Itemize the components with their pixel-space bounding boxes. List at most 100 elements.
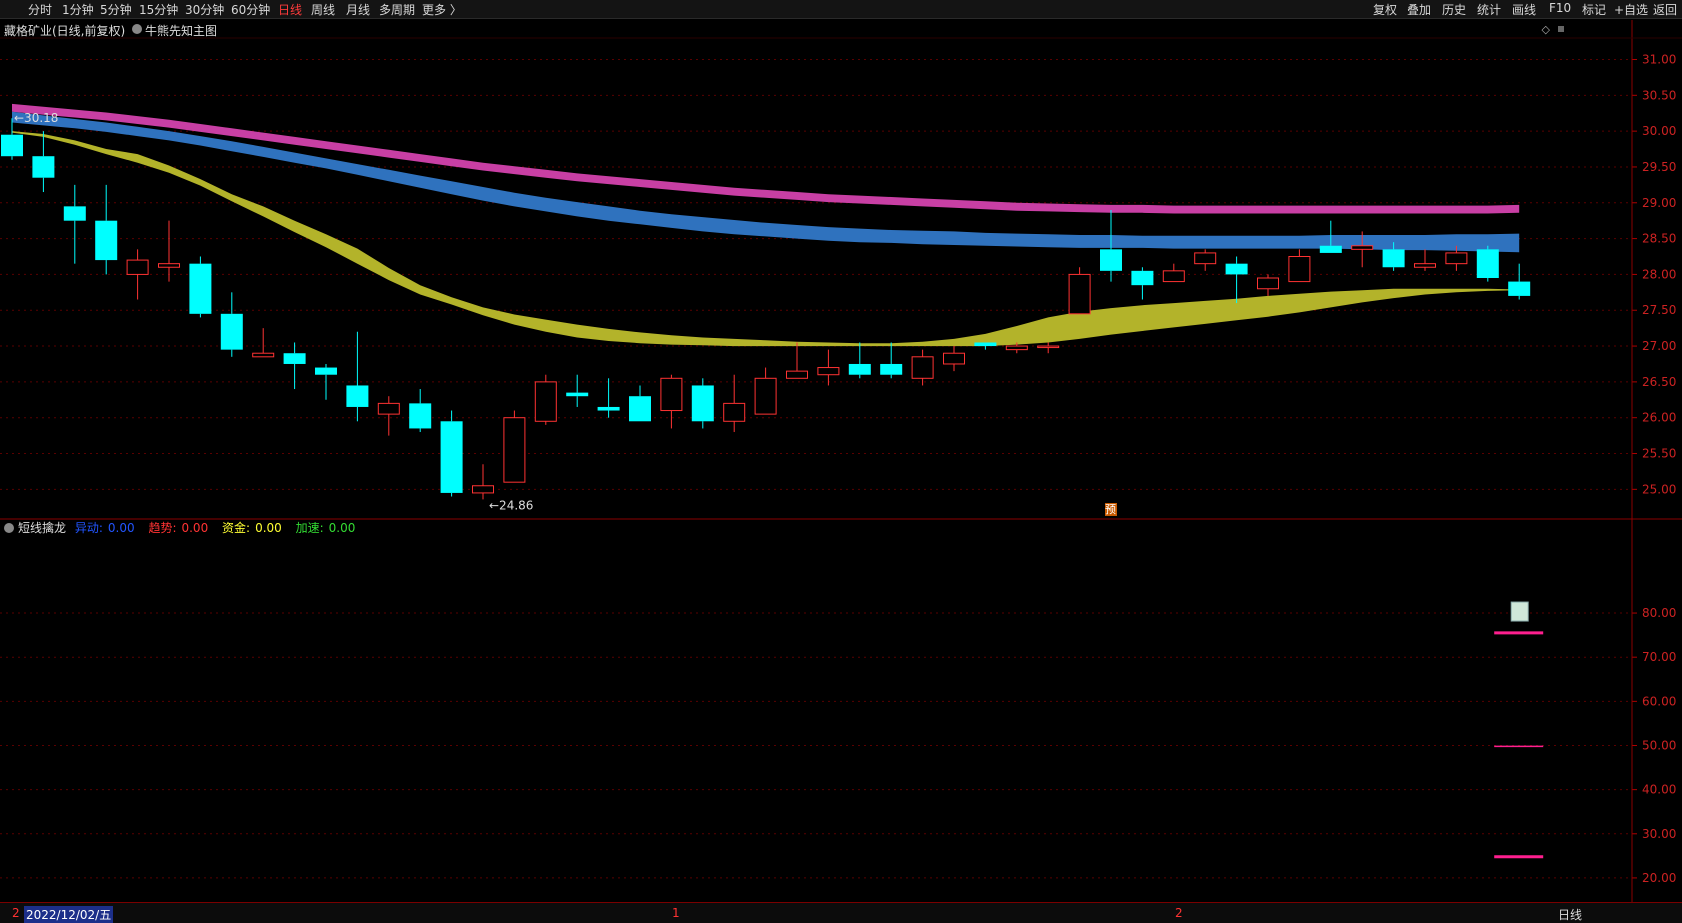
candle bbox=[974, 342, 997, 350]
candle-body bbox=[95, 220, 118, 261]
candle-body bbox=[754, 377, 777, 415]
candle bbox=[817, 349, 840, 386]
candle-body bbox=[1508, 281, 1531, 296]
candle bbox=[1068, 267, 1091, 315]
low-price-label: ←24.86 bbox=[489, 498, 533, 512]
y-tick-label: 27.50 bbox=[1642, 303, 1676, 317]
y-tick-label: 25.00 bbox=[1642, 482, 1676, 496]
candle-body bbox=[534, 381, 557, 422]
field-qushi: 趋势: 0.00 bbox=[148, 521, 209, 535]
candle-body bbox=[1257, 277, 1279, 290]
candle bbox=[377, 396, 400, 436]
y-tick-label: 60.00 bbox=[1642, 694, 1676, 708]
candle-body bbox=[1225, 263, 1248, 275]
candle-body bbox=[1414, 263, 1436, 268]
field-zijin: 资金: 0.00 bbox=[222, 521, 282, 535]
candle-body bbox=[1131, 270, 1154, 286]
candle bbox=[503, 410, 526, 483]
y-tick-label: 29.00 bbox=[1642, 196, 1676, 210]
moving-average-bands bbox=[12, 103, 1520, 347]
y-tick-label: 28.50 bbox=[1642, 232, 1676, 246]
candle bbox=[1508, 263, 1531, 300]
candle-body bbox=[1476, 249, 1499, 278]
candle-body bbox=[660, 377, 683, 412]
candle-body bbox=[1037, 345, 1060, 349]
y-tick-label: 20.00 bbox=[1642, 871, 1676, 885]
candle-body bbox=[158, 263, 180, 268]
candle bbox=[1194, 249, 1217, 271]
bottom-period-tab[interactable]: 日线 bbox=[1558, 906, 1582, 923]
candle bbox=[220, 292, 243, 357]
candle bbox=[1257, 274, 1279, 296]
sub-indicator-name[interactable]: 短线擒龙 bbox=[18, 521, 66, 535]
sub-indicator-panel bbox=[1494, 601, 1544, 859]
sub-indicator-title: 短线擒龙 异动: 0.00 趋势: 0.00 资金: 0.00 加速: 0.00 bbox=[4, 519, 365, 535]
forecast-flag-label: 预 bbox=[1105, 503, 1116, 516]
candle-body bbox=[1288, 256, 1311, 283]
y-tick-label: 40.00 bbox=[1642, 783, 1676, 797]
candle bbox=[848, 342, 871, 379]
axis-mark-2: 2 bbox=[1175, 906, 1183, 920]
candle-body bbox=[911, 356, 934, 379]
y-tick-label: 50.00 bbox=[1642, 738, 1676, 752]
candle bbox=[189, 256, 212, 318]
candle bbox=[252, 328, 275, 358]
candle-body bbox=[880, 363, 903, 375]
candle-body bbox=[283, 353, 306, 364]
candle bbox=[472, 464, 494, 500]
candle-body bbox=[1445, 252, 1468, 265]
candle bbox=[409, 389, 432, 433]
sub-visibility-icon[interactable] bbox=[4, 523, 14, 533]
candle bbox=[660, 374, 683, 429]
candle bbox=[566, 374, 589, 407]
candle-body bbox=[1382, 249, 1405, 268]
kline-chart[interactable]: 25.00 25.50 26.00 26.50 27.00 27.50 28.00 28.50… bbox=[0, 0, 1682, 922]
y-tick-label: 25.50 bbox=[1642, 447, 1676, 461]
candle-body bbox=[126, 259, 149, 275]
price-grid bbox=[0, 58, 1630, 879]
candle-body bbox=[1351, 245, 1374, 250]
y-tick-label: 26.00 bbox=[1642, 411, 1676, 425]
candle bbox=[440, 410, 463, 497]
y-tick-label: 30.50 bbox=[1642, 88, 1676, 102]
candle-body bbox=[848, 363, 871, 375]
candle-body bbox=[503, 417, 526, 483]
candle bbox=[911, 349, 934, 386]
y-tick-label: 30.00 bbox=[1642, 124, 1676, 138]
candle-body bbox=[597, 406, 620, 411]
candle-body bbox=[1100, 249, 1122, 271]
time-axis-bar: 2022/12/02/五 2 1 2 日线 bbox=[0, 902, 1682, 923]
y-tick-label: 80.00 bbox=[1642, 606, 1676, 620]
y-tick-label: 29.50 bbox=[1642, 160, 1676, 174]
candle-body bbox=[691, 385, 714, 422]
candle bbox=[95, 184, 118, 275]
candle bbox=[786, 342, 808, 379]
y-tick-label: 27.00 bbox=[1642, 339, 1676, 353]
candle bbox=[158, 220, 180, 282]
candle bbox=[754, 367, 777, 415]
candle-body bbox=[346, 385, 369, 407]
y-tick-label: 26.50 bbox=[1642, 375, 1676, 389]
y-tick-label: 31.00 bbox=[1642, 52, 1676, 66]
candle-body bbox=[377, 402, 400, 415]
candle-body bbox=[1319, 245, 1342, 253]
signal-marker bbox=[1510, 601, 1529, 622]
candle-body bbox=[786, 370, 808, 379]
y-tick-label: 30.00 bbox=[1642, 827, 1676, 841]
field-jiasu: 加速: 0.00 bbox=[295, 521, 356, 535]
candle-body bbox=[1162, 270, 1185, 283]
field-yidong: 异动: 0.00 bbox=[74, 521, 135, 535]
axis-mark-1: 1 bbox=[672, 906, 680, 920]
candle bbox=[629, 385, 651, 422]
candle bbox=[1476, 245, 1499, 282]
candle-body bbox=[566, 392, 589, 397]
cursor-date: 2022/12/02/五 bbox=[24, 906, 114, 923]
high-price-label: ←30.18 bbox=[14, 111, 58, 125]
candle-body bbox=[629, 396, 651, 422]
candle bbox=[346, 331, 369, 422]
candle bbox=[691, 378, 714, 429]
candle-body bbox=[1194, 252, 1217, 265]
candle-body bbox=[723, 402, 746, 422]
axis-mark-0: 2 bbox=[12, 906, 20, 920]
price-axis: 25.00 25.50 26.00 26.50 27.00 27.50 28.00 28.50… bbox=[1632, 52, 1676, 885]
